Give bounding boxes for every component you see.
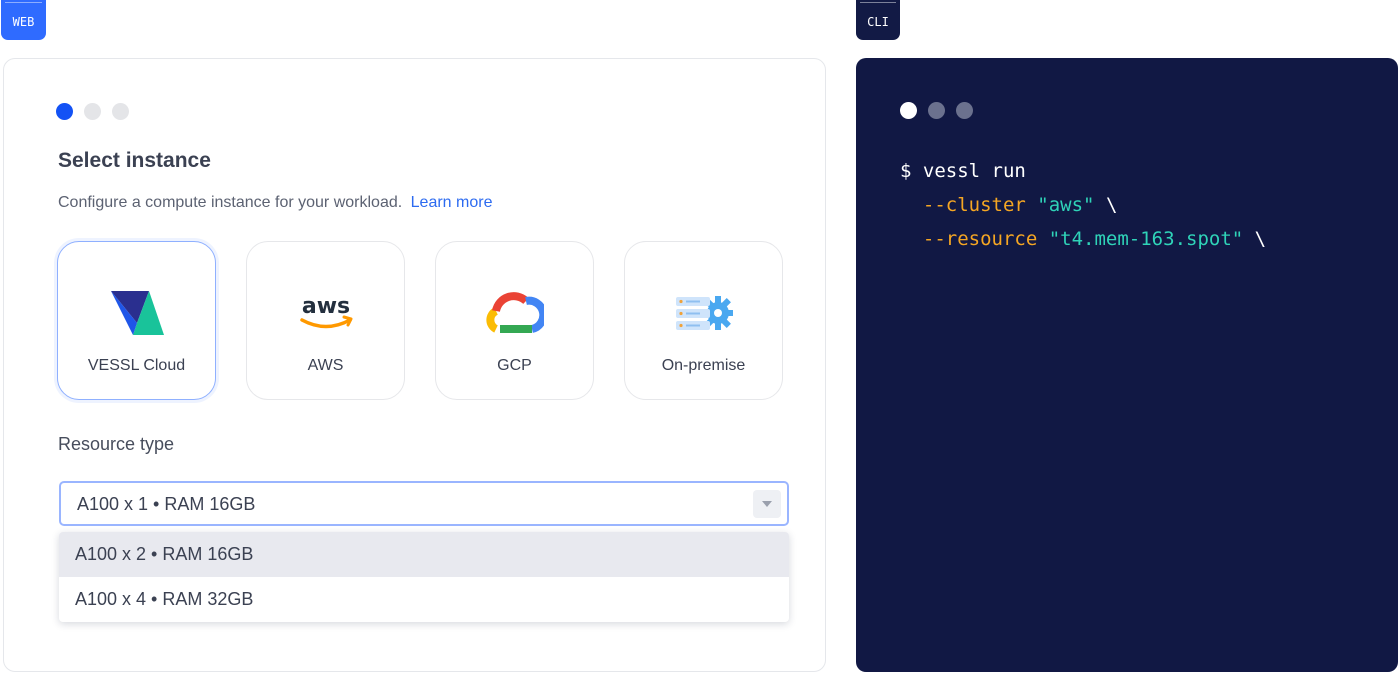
step-dot <box>112 103 129 120</box>
cli-continuation: \ <box>1254 228 1267 250</box>
resource-type-label: Resource type <box>58 434 175 454</box>
cli-line-1: $ vessl run <box>900 154 1266 188</box>
cli-flag: --cluster <box>922 194 1026 216</box>
vessl-logo-icon <box>58 286 215 342</box>
chevron-down-icon[interactable] <box>753 490 781 518</box>
card-vessl-cloud[interactable]: VESSL Cloud <box>57 241 216 400</box>
card-aws[interactable]: aws AWS <box>246 241 405 400</box>
resource-option[interactable]: A100 x 4 • RAM 32GB <box>59 577 789 622</box>
card-gcp[interactable]: GCP <box>435 241 594 400</box>
subtitle-text: Configure a compute instance for your wo… <box>58 194 403 211</box>
cli-line-2: --cluster "aws" \ <box>900 188 1266 222</box>
gcp-cloud-icon <box>436 286 593 342</box>
resource-option[interactable]: A100 x 2 • RAM 16GB <box>59 532 789 577</box>
cli-command: $ vessl run <box>900 160 1026 182</box>
cli-continuation: \ <box>1105 194 1118 216</box>
web-tab-badge: WEB <box>1 0 46 40</box>
step-dot-active <box>56 103 73 120</box>
page-subtitle: Configure a compute instance for your wo… <box>58 194 492 212</box>
resource-type-value: A100 x 1 • RAM 16GB <box>77 494 256 514</box>
cli-string: "t4.mem-163.spot" <box>1048 228 1244 250</box>
cli-tab-badge: CLI <box>856 0 900 40</box>
server-gear-icon <box>625 286 782 342</box>
card-label: AWS <box>307 357 344 374</box>
resource-type-select[interactable]: A100 x 1 • RAM 16GB <box>59 481 789 526</box>
card-label: VESSL Cloud <box>87 357 186 374</box>
card-label: GCP <box>497 357 532 374</box>
web-panel: Select instance Configure a compute inst… <box>3 58 826 672</box>
window-dot <box>928 102 945 119</box>
aws-logo-icon: aws <box>247 286 404 342</box>
cli-code-block: $ vessl run --cluster "aws" \ --resource… <box>900 154 1266 256</box>
step-dot <box>84 103 101 120</box>
cli-flag: --resource <box>922 228 1038 250</box>
provider-cards: VESSL Cloud aws AWS GCP On-premise <box>57 241 783 400</box>
step-indicator <box>56 103 129 120</box>
window-dot <box>900 102 917 119</box>
window-dots <box>900 102 973 119</box>
card-label: On-premise <box>661 357 746 374</box>
cli-string: "aws" <box>1037 194 1095 216</box>
svg-text:aws: aws <box>301 294 349 319</box>
cli-panel: $ vessl run --cluster "aws" \ --resource… <box>856 58 1398 672</box>
learn-more-link[interactable]: Learn more <box>411 194 493 211</box>
cli-line-3: --resource "t4.mem-163.spot" \ <box>900 222 1266 256</box>
card-on-premise[interactable]: On-premise <box>624 241 783 400</box>
page-title: Select instance <box>58 149 211 172</box>
resource-type-dropdown: A100 x 2 • RAM 16GB A100 x 4 • RAM 32GB <box>59 532 789 622</box>
window-dot <box>956 102 973 119</box>
